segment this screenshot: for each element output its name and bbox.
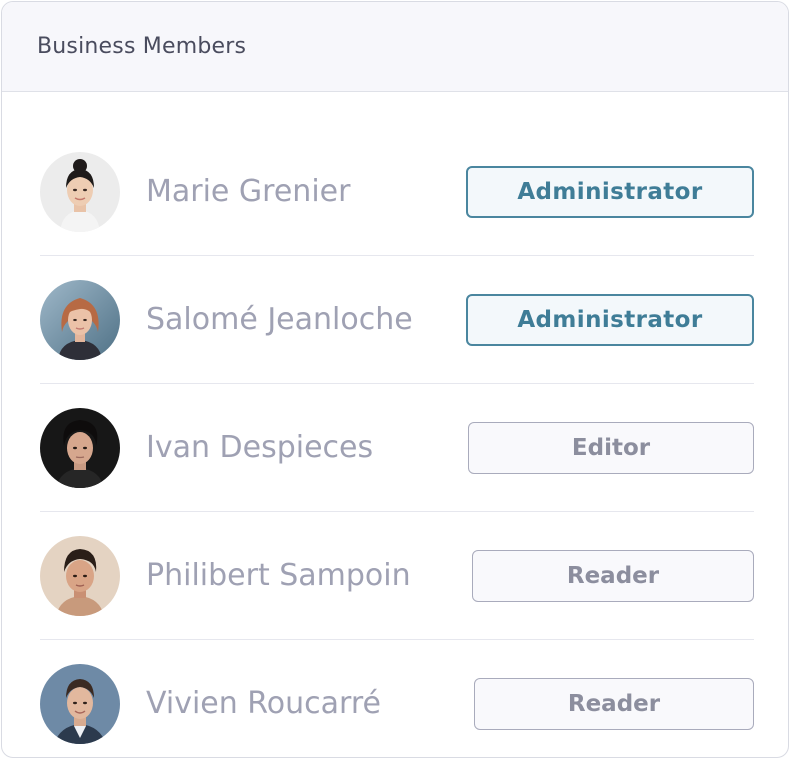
member-row: Philibert Sampoin Reader xyxy=(40,512,754,640)
member-row: Marie Grenier Administrator xyxy=(40,128,754,256)
avatar xyxy=(40,280,120,360)
member-name: Philibert Sampoin xyxy=(146,558,411,593)
role-button-administrator[interactable]: Administrator xyxy=(466,294,754,346)
avatar xyxy=(40,664,120,744)
card-header: Business Members xyxy=(2,2,788,92)
business-members-card: Business Members Marie Grenier Administr… xyxy=(1,1,789,758)
role-button-reader[interactable]: Reader xyxy=(474,678,754,730)
role-button-editor[interactable]: Editor xyxy=(468,422,754,474)
avatar xyxy=(40,536,120,616)
member-row: Salomé Jeanloche Administrator xyxy=(40,256,754,384)
member-row: Ivan Despieces Editor xyxy=(40,384,754,512)
avatar xyxy=(40,152,120,232)
avatar xyxy=(40,408,120,488)
member-name: Salomé Jeanloche xyxy=(146,302,413,337)
member-name: Ivan Despieces xyxy=(146,430,374,465)
role-button-administrator[interactable]: Administrator xyxy=(466,166,754,218)
card-title: Business Members xyxy=(37,34,247,59)
member-name: Marie Grenier xyxy=(146,174,351,209)
member-name: Vivien Roucarré xyxy=(146,686,381,721)
role-button-reader[interactable]: Reader xyxy=(472,550,754,602)
member-row: Vivien Roucarré Reader xyxy=(40,640,754,757)
